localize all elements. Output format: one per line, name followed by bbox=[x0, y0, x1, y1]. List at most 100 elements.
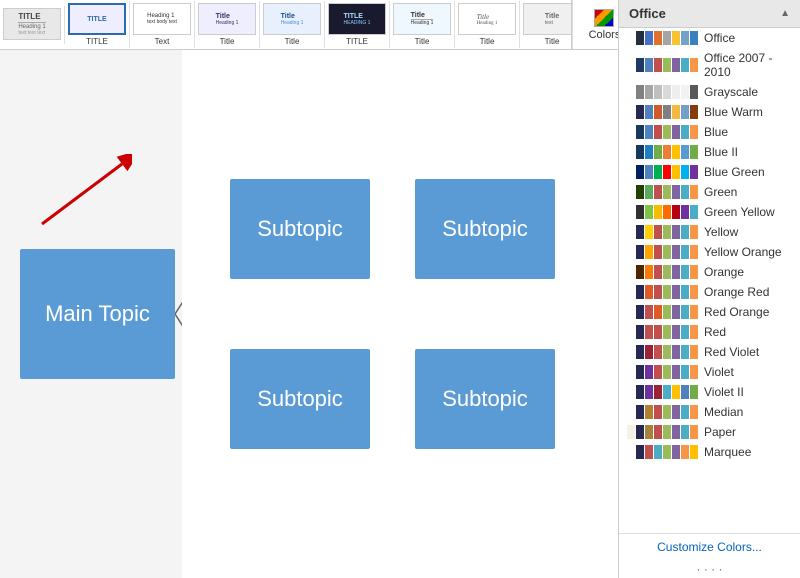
theme-name-label: Office 2007 - 2010 bbox=[704, 51, 792, 79]
thumb-title2-label: Title bbox=[220, 37, 235, 46]
color-swatch bbox=[663, 225, 671, 239]
color-swatch bbox=[672, 225, 680, 239]
color-swatch bbox=[663, 285, 671, 299]
color-swatch-row bbox=[627, 405, 698, 419]
doc-area: Main Topic Subtopic Subtopic Subtopic Su… bbox=[0, 50, 182, 578]
color-swatch bbox=[636, 405, 644, 419]
thumb-serif[interactable]: Title Heading 1 Title bbox=[455, 1, 520, 48]
color-swatch bbox=[672, 325, 680, 339]
color-swatch-row bbox=[627, 105, 698, 119]
thumb-dark[interactable]: TITLE HEADING 1 TITLE bbox=[325, 1, 390, 48]
color-swatch bbox=[663, 125, 671, 139]
color-theme-item[interactable]: Yellow bbox=[619, 222, 800, 242]
subtopic1-box[interactable]: Subtopic bbox=[230, 179, 370, 279]
color-swatch bbox=[654, 85, 662, 99]
color-swatch bbox=[681, 345, 689, 359]
color-swatch bbox=[645, 305, 653, 319]
color-swatch bbox=[690, 185, 698, 199]
color-theme-item[interactable]: Office bbox=[619, 28, 800, 48]
color-swatch bbox=[627, 405, 635, 419]
main-topic-label: Main Topic bbox=[45, 301, 150, 327]
color-swatch bbox=[672, 405, 680, 419]
color-swatch-row bbox=[627, 125, 698, 139]
color-swatch bbox=[690, 145, 698, 159]
subtopic4-box[interactable]: Subtopic bbox=[415, 349, 555, 449]
color-theme-item[interactable]: Office 2007 - 2010 bbox=[619, 48, 800, 82]
color-theme-item[interactable]: Blue bbox=[619, 122, 800, 142]
subtopic2-box[interactable]: Subtopic bbox=[415, 179, 555, 279]
color-swatch bbox=[663, 58, 671, 72]
color-swatch-row bbox=[627, 365, 698, 379]
main-topic-box[interactable]: Main Topic bbox=[20, 249, 175, 379]
color-swatch bbox=[690, 85, 698, 99]
color-swatch bbox=[654, 285, 662, 299]
theme-name-label: Red bbox=[704, 325, 726, 339]
color-swatch-row bbox=[627, 85, 698, 99]
color-swatch bbox=[645, 385, 653, 399]
color-theme-item[interactable]: Red Orange bbox=[619, 302, 800, 322]
color-theme-item[interactable]: Blue II bbox=[619, 142, 800, 162]
color-theme-item[interactable]: Violet bbox=[619, 362, 800, 382]
color-swatch bbox=[627, 85, 635, 99]
color-theme-item[interactable]: Green bbox=[619, 182, 800, 202]
color-swatch bbox=[627, 305, 635, 319]
color-theme-item[interactable]: Paper bbox=[619, 422, 800, 442]
color-swatch bbox=[636, 125, 644, 139]
color-swatch bbox=[681, 405, 689, 419]
color-swatch bbox=[627, 285, 635, 299]
color-swatch bbox=[645, 425, 653, 439]
color-swatch bbox=[672, 145, 680, 159]
thumb-title[interactable]: TITLE TITLE bbox=[65, 1, 130, 48]
thumb-clean[interactable]: Title Heading 1 Title bbox=[390, 1, 455, 48]
color-swatch bbox=[645, 245, 653, 259]
color-swatch bbox=[681, 31, 689, 45]
thumb-heading[interactable]: Title Heading 1 Title bbox=[260, 1, 325, 48]
color-swatch bbox=[663, 145, 671, 159]
color-swatch bbox=[663, 31, 671, 45]
color-swatch-row bbox=[627, 425, 698, 439]
theme-name-label: Violet II bbox=[704, 385, 744, 399]
color-swatch bbox=[645, 58, 653, 72]
subtopic3-box[interactable]: Subtopic bbox=[230, 349, 370, 449]
color-theme-item[interactable]: Yellow Orange bbox=[619, 242, 800, 262]
theme-name-label: Green bbox=[704, 185, 737, 199]
color-swatch bbox=[663, 185, 671, 199]
thumb-normal[interactable]: TITLE Heading 1 text text text bbox=[0, 6, 65, 44]
color-swatch bbox=[645, 325, 653, 339]
color-swatch bbox=[681, 145, 689, 159]
color-swatch bbox=[690, 425, 698, 439]
theme-name-label: Blue II bbox=[704, 145, 738, 159]
color-theme-item[interactable]: Median bbox=[619, 402, 800, 422]
theme-name-label: Orange Red bbox=[704, 285, 769, 299]
color-theme-item[interactable]: Grayscale bbox=[619, 82, 800, 102]
color-theme-item[interactable]: Orange bbox=[619, 262, 800, 282]
thumb-minimal[interactable]: Title text Title bbox=[520, 1, 572, 48]
color-theme-item[interactable]: Green Yellow bbox=[619, 202, 800, 222]
thumb-text[interactable]: Heading 1 text body text Text bbox=[130, 1, 195, 48]
color-theme-item[interactable]: Violet II bbox=[619, 382, 800, 402]
color-swatch bbox=[636, 31, 644, 45]
color-theme-item[interactable]: Marquee bbox=[619, 442, 800, 462]
color-swatch bbox=[654, 385, 662, 399]
color-swatch bbox=[672, 105, 680, 119]
color-theme-item[interactable]: Orange Red bbox=[619, 282, 800, 302]
color-swatch bbox=[654, 405, 662, 419]
color-theme-item[interactable]: Red Violet bbox=[619, 342, 800, 362]
color-swatch bbox=[663, 205, 671, 219]
color-swatch bbox=[672, 245, 680, 259]
color-swatch bbox=[627, 265, 635, 279]
color-theme-item[interactable]: Red bbox=[619, 322, 800, 342]
colors-scroll-area[interactable]: Office Office 2007 - 2010 GrayscaleBlue Wa… bbox=[619, 28, 800, 533]
customize-colors-link[interactable]: Customize Colors... bbox=[619, 533, 800, 560]
color-swatch bbox=[627, 31, 635, 45]
subtopic1-label: Subtopic bbox=[257, 216, 343, 242]
color-swatch bbox=[645, 285, 653, 299]
color-swatch bbox=[645, 405, 653, 419]
thumb-serif-preview: Title Heading 1 bbox=[458, 3, 516, 35]
thumb-title2[interactable]: Title Heading 1 Title bbox=[195, 1, 260, 48]
color-swatch bbox=[672, 445, 680, 459]
color-theme-item[interactable]: Blue Green bbox=[619, 162, 800, 182]
color-theme-item[interactable]: Blue Warm bbox=[619, 102, 800, 122]
color-swatch bbox=[672, 265, 680, 279]
color-swatch bbox=[636, 58, 644, 72]
